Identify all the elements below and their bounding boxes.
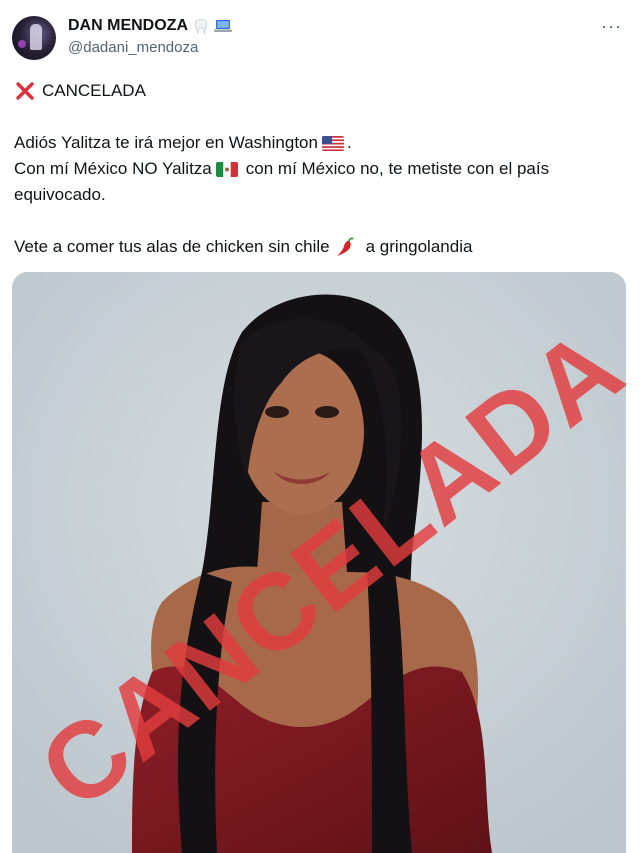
- tweet-header: DAN MENDOZA @dadani_mendoza ···: [12, 14, 628, 62]
- tweet-text-equivocado: equivocado.: [14, 185, 106, 204]
- tweet-line: Con mí México NO Yalitza con mí México n…: [14, 156, 626, 182]
- tooth-icon: [194, 18, 208, 34]
- author-name-row[interactable]: DAN MENDOZA: [68, 16, 232, 36]
- more-options-button[interactable]: ···: [601, 16, 622, 37]
- tweet-photo[interactable]: CANCELADA: [12, 272, 626, 853]
- cross-mark-icon: [16, 82, 34, 100]
- us-flag-icon: [321, 135, 344, 151]
- tweet-text-gringolandia: a gringolandia: [365, 237, 473, 256]
- tweet-text: CANCELADA Adiós Yalitza te irá mejor en …: [14, 78, 626, 260]
- tweet-line: Adiós Yalitza te irá mejor en Washington…: [14, 130, 626, 156]
- tweet-line: CANCELADA: [14, 78, 626, 104]
- tweet-line: Vete a comer tus alas de chicken sin chi…: [14, 234, 626, 260]
- tweet-text-vete: Vete a comer tus alas de chicken sin chi…: [14, 237, 330, 256]
- laptop-icon: [214, 20, 232, 32]
- author-handle[interactable]: @dadani_mendoza: [68, 38, 232, 58]
- author-name[interactable]: DAN MENDOZA: [68, 16, 188, 36]
- tweet-text-cancelada: CANCELADA: [42, 81, 146, 100]
- tweet-card: DAN MENDOZA @dadani_mendoza ··· CANCELAD…: [0, 0, 640, 853]
- tweet-text-con-mi-mexico-no: con mí México no, te metiste con el país: [245, 159, 550, 178]
- tweet-line: equivocado.: [14, 182, 626, 208]
- avatar[interactable]: [12, 16, 56, 60]
- chili-pepper-icon: [336, 237, 354, 256]
- tweet-text-period: .: [346, 133, 352, 152]
- tweet-text-adios: Adiós Yalitza te irá mejor en Washington: [14, 133, 318, 152]
- tweet-text-con-mi-mexico: Con mí México NO Yalitza: [14, 159, 212, 178]
- author-block[interactable]: DAN MENDOZA @dadani_mendoza: [68, 16, 232, 58]
- mexico-flag-icon: [215, 161, 238, 177]
